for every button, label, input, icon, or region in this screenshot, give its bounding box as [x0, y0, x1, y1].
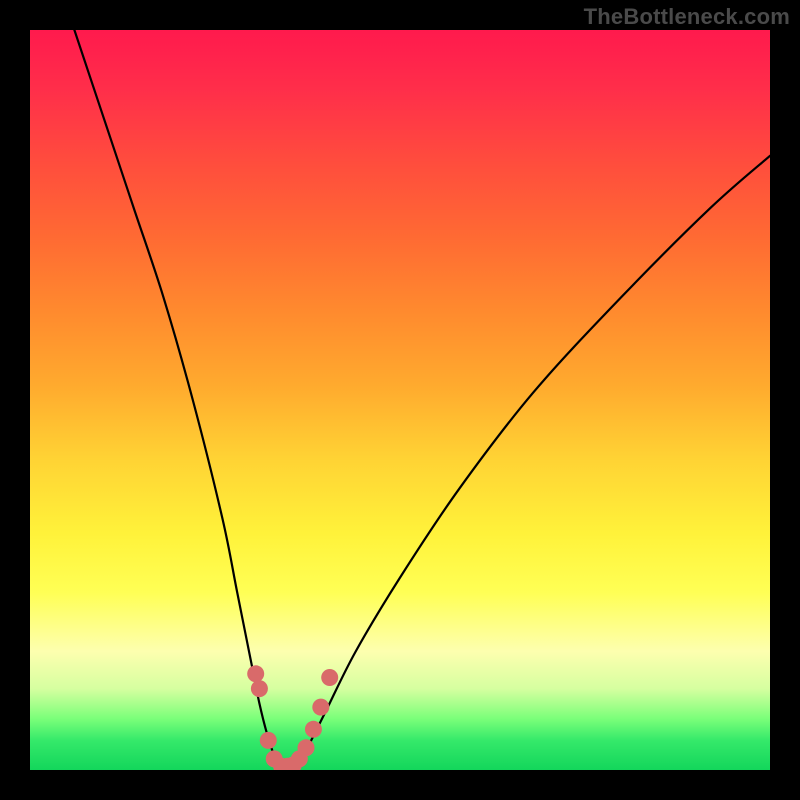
- curve-layer: [30, 30, 770, 770]
- highlight-dot: [305, 721, 322, 738]
- highlight-dot: [260, 732, 277, 749]
- plot-area: [30, 30, 770, 770]
- highlight-dot: [321, 669, 338, 686]
- highlight-dot: [247, 665, 264, 682]
- highlight-dot: [298, 739, 315, 756]
- bottleneck-curve: [74, 30, 770, 770]
- highlight-dot: [312, 699, 329, 716]
- highlight-dots: [247, 665, 338, 770]
- watermark-text: TheBottleneck.com: [584, 4, 790, 30]
- outer-frame: TheBottleneck.com: [0, 0, 800, 800]
- highlight-dot: [251, 680, 268, 697]
